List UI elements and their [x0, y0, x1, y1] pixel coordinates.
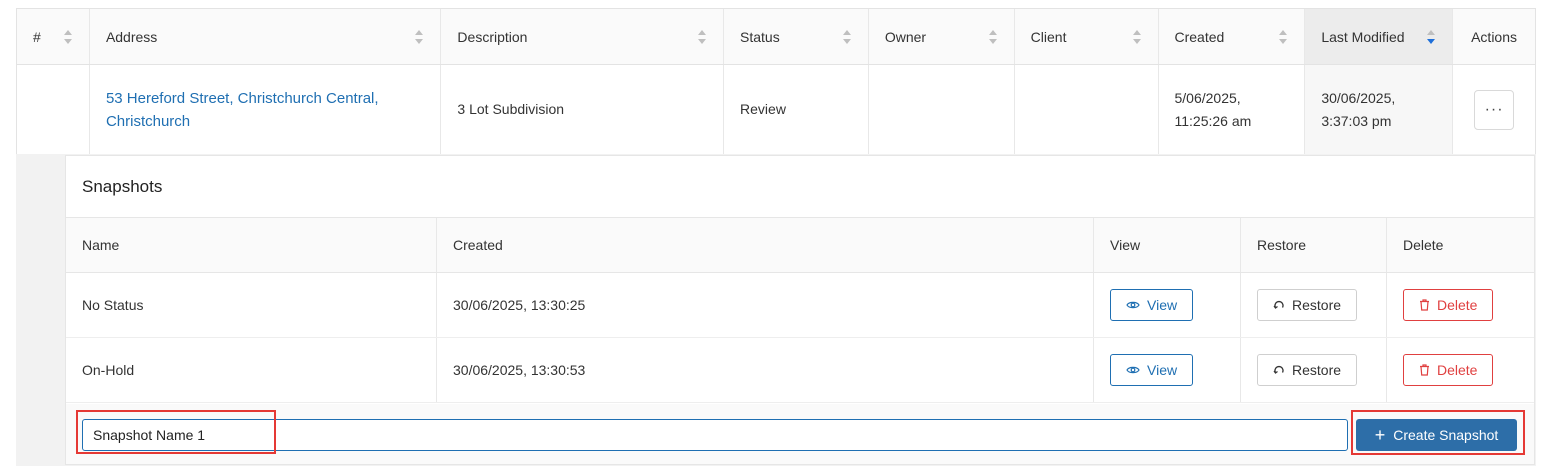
column-header-label: Address [105, 28, 158, 45]
snapshot-column-name: Name [66, 218, 437, 272]
column-header-label: Created [1174, 28, 1225, 45]
column-header-label: Last Modified [1321, 28, 1405, 45]
column-header-created[interactable]: Created [1159, 9, 1306, 64]
address-line-2: Christchurch [105, 112, 191, 130]
button-highlight-box [1351, 410, 1525, 455]
created-cell: 5/06/2025, 11:25:26 am [1159, 65, 1306, 154]
delete-label: Delete [1437, 362, 1478, 378]
restore-button[interactable]: Restore [1257, 289, 1358, 321]
column-header-label: Actions [1471, 28, 1518, 45]
column-header-label: Client [1030, 28, 1067, 45]
restore-icon [1273, 299, 1285, 311]
snapshot-column-view: View [1094, 218, 1241, 272]
snapshot-column-restore: Restore [1241, 218, 1387, 272]
address-link[interactable]: 53 Hereford Street, Christchurch Central… [106, 87, 379, 133]
column-header-address[interactable]: Address [90, 9, 442, 64]
input-highlight-box [76, 410, 276, 454]
column-header-number[interactable]: # [17, 9, 90, 64]
more-actions-button[interactable]: ··· [1474, 89, 1515, 130]
view-button[interactable]: View [1110, 289, 1194, 321]
column-header-status[interactable]: Status [724, 9, 869, 64]
column-header-label: # [33, 28, 41, 45]
snapshot-delete-cell: Delete [1387, 273, 1534, 337]
sort-descending-icon[interactable] [1427, 29, 1436, 44]
restore-button[interactable]: Restore [1257, 354, 1358, 386]
last-modified-cell: 30/06/2025, 3:37:03 pm [1305, 65, 1454, 154]
column-header-label: Owner [884, 28, 927, 45]
sort-icon[interactable] [1132, 29, 1142, 44]
restore-label: Restore [1292, 297, 1342, 313]
column-header-owner[interactable]: Owner [869, 9, 1015, 64]
snapshot-row: On-Hold 30/06/2025, 13:30:53 View Restor… [66, 338, 1534, 403]
row-number-cell [17, 65, 90, 154]
sort-icon[interactable] [842, 29, 852, 44]
created-time: 11:25:26 am [1174, 112, 1252, 129]
snapshot-view-cell: View [1094, 273, 1241, 337]
address-cell: 53 Hereford Street, Christchurch Central… [90, 65, 442, 154]
column-header-client[interactable]: Client [1015, 9, 1159, 64]
sort-icon[interactable] [63, 29, 73, 44]
delete-label: Delete [1437, 297, 1478, 313]
snapshot-name: No Status [66, 273, 437, 337]
projects-table: # Address Description Status Owner Clien… [16, 8, 1536, 156]
ellipsis-icon: ··· [1484, 101, 1504, 118]
modified-time: 3:37:03 pm [1321, 112, 1392, 129]
restore-label: Restore [1292, 362, 1342, 378]
view-button[interactable]: View [1110, 354, 1194, 386]
status-cell: Review [724, 65, 869, 154]
table-header: # Address Description Status Owner Clien… [17, 9, 1535, 65]
column-header-label: Status [740, 28, 780, 45]
description-cell: 3 Lot Subdivision [441, 65, 725, 154]
client-cell [1015, 65, 1159, 154]
snapshot-created: 30/06/2025, 13:30:25 [437, 273, 1094, 337]
snapshots-title: Snapshots [66, 156, 1534, 218]
column-header-actions: Actions [1453, 9, 1535, 64]
eye-icon [1126, 365, 1140, 375]
delete-button[interactable]: Delete [1403, 354, 1494, 386]
snapshot-restore-cell: Restore [1241, 273, 1387, 337]
snapshots-header: Name Created View Restore Delete [66, 218, 1534, 273]
sort-icon[interactable] [415, 29, 424, 44]
column-header-last-modified[interactable]: Last Modified [1305, 9, 1454, 64]
column-header-description[interactable]: Description [441, 9, 725, 64]
snapshot-name: On-Hold [66, 338, 437, 402]
trash-icon [1419, 364, 1430, 376]
owner-cell [869, 65, 1015, 154]
snapshot-view-cell: View [1094, 338, 1241, 402]
snapshot-row: No Status 30/06/2025, 13:30:25 View Rest… [66, 273, 1534, 338]
table-row[interactable]: 53 Hereford Street, Christchurch Central… [17, 65, 1535, 155]
snapshot-created: 30/06/2025, 13:30:53 [437, 338, 1094, 402]
actions-cell: ··· [1453, 65, 1535, 154]
created-date: 5/06/2025, [1174, 89, 1241, 106]
modified-date: 30/06/2025, [1321, 89, 1396, 106]
address-line-1: 53 Hereford Street, Christchurch Central… [105, 89, 379, 107]
view-label: View [1147, 362, 1178, 378]
sort-icon[interactable] [988, 29, 998, 44]
trash-icon [1419, 299, 1430, 311]
delete-button[interactable]: Delete [1403, 289, 1494, 321]
snapshot-column-delete: Delete [1403, 237, 1444, 253]
sort-icon[interactable] [1279, 29, 1288, 44]
eye-icon [1126, 300, 1140, 310]
snapshot-restore-cell: Restore [1241, 338, 1387, 402]
snapshots-panel: Snapshots Name Created View Restore Dele… [65, 155, 1535, 465]
column-header-label: Description [457, 28, 528, 45]
snapshot-column-created: Created [437, 218, 1094, 272]
snapshot-delete-cell: Delete [1387, 338, 1534, 402]
view-label: View [1147, 297, 1178, 313]
create-snapshot-row: + Create Snapshot [66, 404, 1534, 464]
sort-icon[interactable] [698, 29, 707, 44]
restore-icon [1273, 364, 1285, 376]
